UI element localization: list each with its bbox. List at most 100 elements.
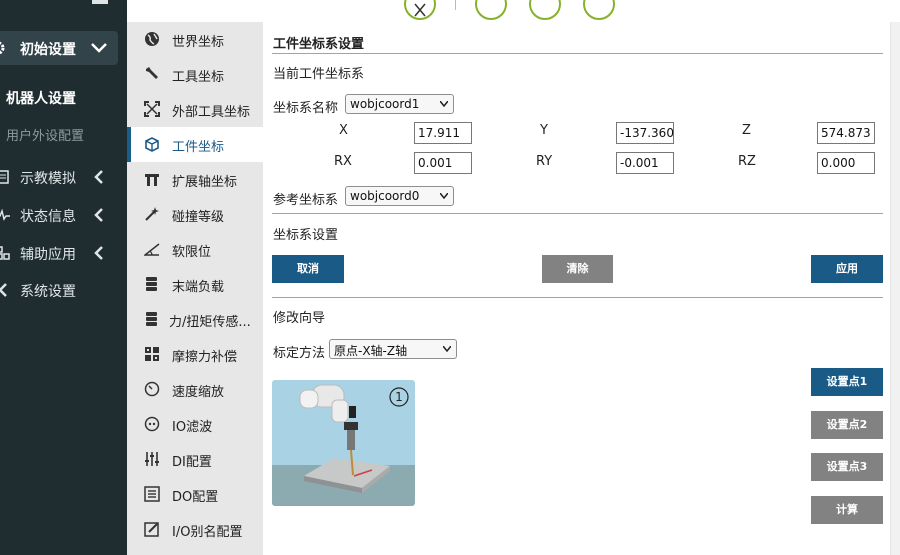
- sidebar-subitem-peripheral[interactable]: 用户外设配置: [6, 125, 84, 144]
- menu-item-do-config[interactable]: DO配置: [127, 477, 263, 512]
- filter-icon: [144, 416, 160, 432]
- current-coord-heading: 当前工件坐标系: [273, 67, 365, 82]
- menu-item-label: 末端负载: [172, 280, 225, 295]
- active-indicator: [127, 127, 131, 162]
- calculate-button[interactable]: 计算: [811, 496, 883, 524]
- sidebar-item-system-settings[interactable]: 系统设置: [0, 279, 127, 303]
- menu-item-label: 外部工具坐标: [172, 105, 251, 120]
- wizard-heading: 修改向导: [273, 311, 326, 326]
- menu-item-soft-limit[interactable]: 软限位: [127, 232, 263, 267]
- menu-item-label: I/O别名配置: [172, 525, 243, 540]
- wand-icon: [145, 207, 159, 221]
- menu-item-label: IO滤波: [172, 420, 213, 435]
- grid-icon: [145, 347, 159, 361]
- menu-item-label: 速度缩放: [172, 385, 225, 400]
- clear-button[interactable]: 清除: [542, 255, 613, 283]
- set-point-2-button[interactable]: 设置点2: [811, 411, 883, 439]
- robot-illustration: 1: [272, 380, 415, 506]
- apps-icon: [0, 246, 10, 260]
- step-badge: 1: [395, 390, 403, 404]
- sidebar-item-teach-sim[interactable]: 示教模拟: [0, 166, 127, 190]
- chevron-left-icon: [94, 246, 103, 260]
- menu-item-speed-scale[interactable]: 速度缩放: [127, 372, 263, 407]
- menu-item-label: 工具坐标: [172, 70, 225, 85]
- rx-input[interactable]: 0.001: [414, 152, 472, 174]
- page-title: 工件坐标系设置: [273, 37, 365, 52]
- rx-label: RX: [334, 154, 352, 169]
- coord-name-value: wobjcoord1: [350, 97, 420, 111]
- stack-icon: [146, 277, 157, 291]
- menu-item-ft-sensor[interactable]: 力/扭矩传感...: [127, 302, 263, 337]
- menu-item-label: 碰撞等级: [172, 210, 225, 225]
- rz-label: RZ: [738, 154, 756, 169]
- rz-input[interactable]: 0.000: [817, 152, 875, 174]
- toolbar-mode-button[interactable]: [404, 0, 436, 20]
- toolbar-button-3[interactable]: [529, 0, 561, 20]
- sidebar-item-label: 辅助应用: [20, 247, 76, 263]
- divider: [272, 213, 883, 214]
- menu-item-io-alias[interactable]: I/O别名配置: [127, 512, 263, 547]
- stack-icon: [146, 312, 157, 326]
- sidebar-item-aux-apps[interactable]: 辅助应用: [0, 242, 127, 266]
- z-input[interactable]: 574.873: [817, 122, 875, 144]
- menu-item-collision[interactable]: 碰撞等级: [127, 197, 263, 232]
- menu-item-di-config[interactable]: DI配置: [127, 442, 263, 477]
- menu-toggle-icon[interactable]: [92, 0, 108, 4]
- apply-button[interactable]: 应用: [811, 255, 883, 283]
- coord-name-select[interactable]: wobjcoord1: [345, 94, 454, 114]
- edit-icon: [144, 522, 159, 537]
- ref-coord-select[interactable]: wobjcoord0: [345, 186, 454, 206]
- calibration-illustration: 1: [272, 380, 415, 506]
- toolbar-button-4[interactable]: [583, 0, 615, 20]
- chevron-down-icon: [440, 193, 448, 199]
- x-label: X: [339, 123, 348, 138]
- menu-item-ext-axis[interactable]: 扩展轴坐标: [127, 162, 263, 197]
- sidebar-group-label: 初始设置: [20, 42, 76, 58]
- menu-item-label: 扩展轴坐标: [172, 175, 238, 190]
- divider: [272, 297, 883, 298]
- menu-item-label: DO配置: [172, 490, 219, 505]
- sidebar-item-status[interactable]: 状态信息: [0, 204, 127, 228]
- ry-label: RY: [536, 154, 553, 169]
- set-point-1-button[interactable]: 设置点1: [811, 368, 883, 396]
- ref-coord-value: wobjcoord0: [350, 189, 420, 203]
- gear-icon: [0, 41, 5, 55]
- sidebar-item-label: 状态信息: [20, 209, 76, 225]
- menu-item-end-load[interactable]: 末端负载: [127, 267, 263, 302]
- ry-input[interactable]: -0.001: [616, 152, 674, 174]
- top-toolbar: [263, 0, 900, 22]
- chevron-left-icon: [94, 170, 103, 184]
- menu-item-friction[interactable]: 摩擦力补偿: [127, 337, 263, 372]
- cancel-button[interactable]: 取消: [272, 255, 344, 283]
- gauge-icon: [144, 381, 160, 397]
- workpiece-coordinate-panel: 工件坐标系设置 当前工件坐标系 坐标系名称 wobjcoord1 X 17.91…: [263, 22, 890, 555]
- menu-item-workpiece[interactable]: 工件坐标: [127, 127, 263, 162]
- menu-item-tool[interactable]: 工具坐标: [127, 57, 263, 92]
- cross-icon: [414, 3, 426, 17]
- ref-coord-label: 参考坐标系: [273, 193, 339, 208]
- set-point-3-button[interactable]: 设置点3: [811, 453, 883, 481]
- menu-item-label: 世界坐标: [172, 35, 225, 50]
- y-label: Y: [540, 123, 548, 138]
- sidebar-group-initial-settings[interactable]: 初始设置: [0, 31, 118, 65]
- menu-item-label: 力/扭矩传感...: [169, 315, 251, 330]
- x-input[interactable]: 17.911: [414, 122, 472, 144]
- sidebar-subitem-robot-settings[interactable]: 机器人设置: [6, 88, 76, 108]
- menu-item-label: 摩擦力补偿: [172, 350, 238, 365]
- toolbar-button-2[interactable]: [475, 0, 507, 20]
- chevron-left-small-icon: [0, 283, 7, 297]
- menu-item-label: DI配置: [172, 455, 212, 470]
- y-input[interactable]: -137.360: [616, 122, 674, 144]
- list-icon: [144, 486, 160, 502]
- menu-item-world[interactable]: 世界坐标: [127, 22, 263, 57]
- menu-item-io-filter[interactable]: IO滤波: [127, 407, 263, 442]
- vertical-scrollbar[interactable]: [890, 22, 900, 555]
- method-select[interactable]: 原点-X轴-Z轴: [329, 339, 457, 359]
- chevron-left-icon: [94, 208, 103, 222]
- globe-icon: [145, 32, 159, 46]
- z-label: Z: [742, 123, 751, 138]
- chevron-down-icon: [440, 101, 448, 107]
- sidebar-item-label: 系统设置: [20, 284, 76, 300]
- expand-icon: [144, 101, 160, 117]
- menu-item-external-tool[interactable]: 外部工具坐标: [127, 92, 263, 127]
